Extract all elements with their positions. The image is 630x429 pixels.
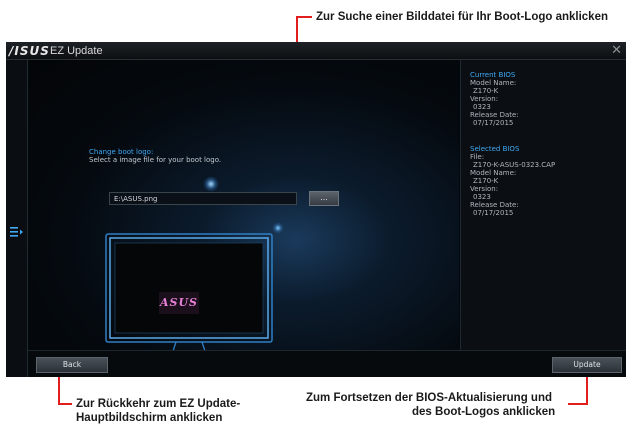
current-model-label: Model Name:: [470, 79, 517, 87]
left-sidebar: [6, 60, 28, 377]
callout-back-line2: Hauptbildschirm anklicken: [76, 412, 223, 424]
title-bar: /ISUS EZ Update ✕: [6, 42, 626, 60]
current-version-value: 0323: [473, 103, 491, 111]
update-button[interactable]: Update: [552, 357, 622, 373]
asus-logo: /ISUS: [9, 44, 50, 58]
current-bios-heading: Current BIOS: [470, 71, 516, 79]
selected-bios-heading: Selected BIOS: [470, 145, 520, 153]
bios-info-panel: Current BIOS Model Name: Z170-K Version:…: [460, 60, 626, 350]
selected-model-label: Model Name:: [470, 169, 517, 177]
boot-logo-panel: Change boot logo: Select a image file fo…: [29, 60, 459, 376]
file-path-input[interactable]: E:\ASUS.png: [109, 192, 297, 205]
ez-update-window: /ISUS EZ Update ✕ Change boot logo: Sele…: [6, 42, 626, 377]
light-glow: [203, 176, 219, 192]
callout-line-back-h: [58, 403, 72, 405]
selected-file-value: Z170-K-ASUS-0323.CAP: [473, 161, 556, 169]
callout-line-update-h: [568, 403, 588, 405]
callout-browse: Zur Suche einer Bilddatei für Ihr Boot-L…: [316, 11, 609, 23]
selected-model-value: Z170-K: [473, 177, 499, 185]
callout-line-update-v: [586, 377, 588, 405]
selected-date-value: 07/17/2015: [473, 209, 514, 217]
current-date-label: Release Date:: [470, 111, 519, 119]
bottom-bar: Back Update: [28, 350, 626, 377]
callout-update-line1: Zum Fortsetzen der BIOS-Aktualisierung u…: [306, 392, 552, 404]
current-version-label: Version:: [470, 95, 499, 103]
selected-file-label: File:: [470, 153, 485, 161]
close-icon[interactable]: ✕: [611, 43, 622, 58]
callout-back-line1: Zur Rückkehr zum EZ Update-: [76, 398, 241, 410]
logo-preview: ASUS: [159, 292, 199, 314]
selected-version-label: Version:: [470, 185, 499, 193]
menu-icon[interactable]: [10, 226, 24, 238]
callout-line-top-h: [296, 16, 312, 18]
browse-button[interactable]: ...: [309, 191, 339, 206]
instruction-text: Select a image file for your boot logo.: [89, 156, 222, 164]
selected-date-label: Release Date:: [470, 201, 519, 209]
back-button[interactable]: Back: [36, 357, 108, 373]
current-date-value: 07/17/2015: [473, 119, 514, 127]
callout-update-line2: des Boot-Logos anklicken: [412, 406, 556, 418]
callout-line-back-v: [58, 377, 60, 405]
window-title: EZ Update: [50, 45, 103, 57]
current-model-value: Z170-K: [473, 87, 499, 95]
selected-version-value: 0323: [473, 193, 491, 201]
